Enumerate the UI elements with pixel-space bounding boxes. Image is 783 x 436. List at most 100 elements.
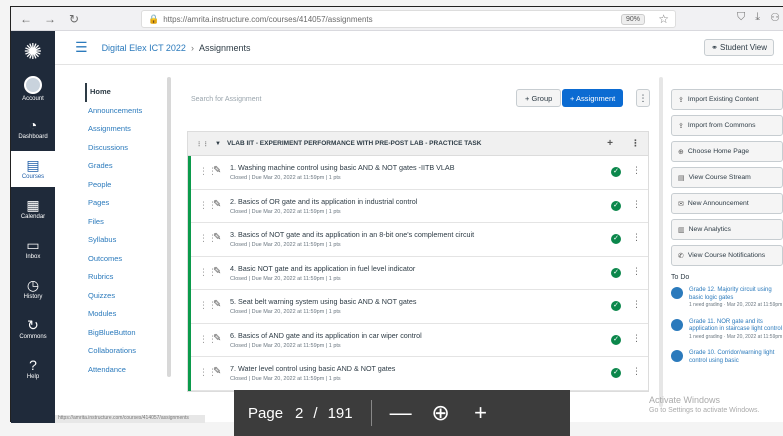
search-input[interactable]: Search for Assignment xyxy=(187,91,407,107)
gnav-help[interactable]: ? Help xyxy=(11,351,55,387)
zoom-in-button[interactable]: + xyxy=(470,400,492,426)
reload-icon[interactable]: ↻ xyxy=(65,10,83,28)
course-nav-item[interactable]: Home xyxy=(85,83,165,102)
gnav-inbox[interactable]: ▭ Inbox xyxy=(11,231,55,267)
item-more-icon[interactable]: ⋮ xyxy=(632,232,641,243)
course-nav-item[interactable]: Modules xyxy=(85,305,165,324)
published-check-icon[interactable]: ✓ xyxy=(611,167,621,177)
published-check-icon[interactable]: ✓ xyxy=(611,368,621,378)
assignment-title[interactable]: 3. Basics of NOT gate and its applicatio… xyxy=(230,230,474,239)
hamburger-menu-icon[interactable]: ☰ xyxy=(75,39,88,56)
add-assignment-button[interactable]: + Assignment xyxy=(562,89,624,107)
student-view-button[interactable]: ⚭ Student View xyxy=(704,39,774,56)
assignment-row[interactable]: ⋮⋮ ✎ 1. Washing machine control using basi… xyxy=(191,156,648,190)
course-nav-scrollbar[interactable] xyxy=(167,77,171,377)
sidebar-button-label: Import Existing Content xyxy=(687,96,759,103)
assignment-group: ⋮⋮ ▼ VLAB IIT - EXPERIMENT PERFORMANCE W… xyxy=(187,131,649,392)
gnav-courses[interactable]: ▤ Courses xyxy=(11,151,55,187)
sidebar-button[interactable]: ✆ View Course Notifications xyxy=(671,245,783,266)
published-check-icon[interactable]: ✓ xyxy=(611,200,621,211)
sidebar-button[interactable]: ⇪ Import from Commons xyxy=(671,115,783,136)
breadcrumb-course-link[interactable]: Digital Elex ICT 2022 xyxy=(102,43,186,53)
sidebar-button[interactable]: ⊕ Choose Home Page xyxy=(671,141,783,162)
item-more-icon[interactable]: ⋮ xyxy=(632,266,641,277)
item-more-icon[interactable]: ⋮ xyxy=(632,299,641,310)
todo-title[interactable]: Grade 10. Corridor/warning light control… xyxy=(689,350,783,365)
item-more-icon[interactable]: ⋮ xyxy=(632,165,641,176)
bookmark-star-icon[interactable]: ☆ xyxy=(658,12,669,26)
gnav-account[interactable]: Account xyxy=(11,71,55,107)
gnav-calendar[interactable]: ▦ Calendar xyxy=(11,191,55,227)
drag-handle-icon[interactable]: ⋮⋮ xyxy=(196,140,209,148)
back-icon[interactable]: ← xyxy=(17,10,35,28)
sidebar-button[interactable]: ⇪ Import Existing Content xyxy=(671,89,783,110)
main-scrollbar[interactable] xyxy=(659,77,663,407)
gnav-commons[interactable]: ↻ Commons xyxy=(11,311,55,347)
assignment-row[interactable]: ⋮⋮ ✎ 2. Basics of OR gate and its applicat… xyxy=(191,190,648,223)
todo-title[interactable]: Grade 11. NOR gate and its application i… xyxy=(689,319,783,334)
course-nav-item[interactable]: Syllabus xyxy=(85,231,165,250)
assignment-title[interactable]: 5. Seat belt warning system using basic … xyxy=(230,297,416,306)
right-sidebar: ⇪ Import Existing Content ⇪ Import from Com… xyxy=(671,89,783,375)
assignment-title[interactable]: 6. Basics of AND gate and its applicatio… xyxy=(230,331,422,340)
published-check-icon[interactable]: ✓ xyxy=(611,301,621,311)
todo-item[interactable]: Grade 11. NOR gate and its application i… xyxy=(671,318,783,341)
gnav-label: Account xyxy=(22,96,44,102)
course-nav-item[interactable]: Files xyxy=(85,213,165,232)
todo-title[interactable]: Grade 12. Majority circuit using basic l… xyxy=(689,287,783,302)
course-nav-item[interactable]: Pages xyxy=(85,194,165,213)
assignment-row[interactable]: ⋮⋮ ✎ 3. Basics of NOT gate and its applica… xyxy=(191,223,648,257)
sidebar-button[interactable]: ▥ New Analytics xyxy=(671,219,783,240)
sidebar-button[interactable]: ▤ View Course Stream xyxy=(671,167,783,188)
download-icon[interactable]: ⤓ xyxy=(755,11,760,24)
course-nav-item[interactable]: Discussions xyxy=(85,139,165,158)
page-number-input[interactable]: 2 xyxy=(295,405,303,422)
course-nav-item[interactable]: Assignments xyxy=(85,120,165,139)
course-nav-item[interactable]: Grades xyxy=(85,157,165,176)
course-nav-item[interactable]: Rubrics xyxy=(85,268,165,287)
course-nav-item[interactable]: Quizzes xyxy=(85,287,165,306)
assignment-group-header[interactable]: ⋮⋮ ▼ VLAB IIT - EXPERIMENT PERFORMANCE W… xyxy=(188,132,648,156)
course-nav-item[interactable]: Outcomes xyxy=(85,250,165,269)
address-bar[interactable]: 🔒 https://amrita.instructure.com/courses… xyxy=(141,10,676,28)
sidebar-button[interactable]: ✉ New Announcement xyxy=(671,193,783,214)
course-nav-item[interactable]: People xyxy=(85,176,165,195)
zoom-level[interactable]: 90% xyxy=(620,14,645,25)
forward-icon[interactable]: → xyxy=(41,10,59,28)
more-options-icon[interactable]: ⋮ xyxy=(636,89,650,107)
canvas-logo-icon[interactable]: ✺ xyxy=(18,37,48,67)
gnav-history[interactable]: ◷ History xyxy=(11,271,55,307)
assignment-title[interactable]: 4. Basic NOT gate and its application in… xyxy=(230,264,415,273)
chevron-down-icon[interactable]: ▼ xyxy=(215,141,221,147)
assignment-row[interactable]: ⋮⋮ ✎ 6. Basics of AND gate and its applica… xyxy=(191,324,648,357)
zoom-out-button[interactable]: — xyxy=(390,400,412,426)
published-check-icon[interactable]: ✓ xyxy=(611,267,621,278)
course-nav-item[interactable]: Announcements xyxy=(85,102,165,121)
toolbar-divider xyxy=(370,400,372,426)
course-nav-item[interactable]: Collaborations xyxy=(85,342,165,361)
published-check-icon[interactable]: ✓ xyxy=(611,234,621,244)
item-more-icon[interactable]: ⋮ xyxy=(632,333,641,344)
assignment-row[interactable]: ⋮⋮ ✎ 7. Water level control using basic AN… xyxy=(191,357,648,391)
todo-item[interactable]: Grade 10. Corridor/warning light control… xyxy=(671,350,783,365)
zoom-fit-icon[interactable]: ⊕ xyxy=(430,400,452,426)
dashboard-icon: ◔ xyxy=(28,117,38,133)
item-more-icon[interactable]: ⋮ xyxy=(632,366,641,377)
add-item-icon[interactable]: + xyxy=(607,138,613,149)
course-nav-item[interactable]: Attendance xyxy=(85,361,165,380)
group-more-icon[interactable]: ⋮ xyxy=(631,138,640,149)
assignment-title[interactable]: 1. Washing machine control using basic A… xyxy=(230,163,455,172)
shield-icon[interactable]: ⛉ xyxy=(737,11,745,24)
published-check-icon[interactable]: ✓ xyxy=(611,334,621,345)
extension-icon[interactable]: ⚇ xyxy=(770,11,780,24)
add-group-button[interactable]: + Group xyxy=(516,89,562,107)
assignment-title[interactable]: 2. Basics of OR gate and its application… xyxy=(230,197,417,206)
course-nav-item[interactable]: BigBlueButton xyxy=(85,324,165,343)
assignment-row[interactable]: ⋮⋮ ✎ 4. Basic NOT gate and its application… xyxy=(191,257,648,290)
assignment-row[interactable]: ⋮⋮ ✎ 5. Seat belt warning system using bas… xyxy=(191,290,648,324)
item-more-icon[interactable]: ⋮ xyxy=(632,199,641,210)
assignment-title[interactable]: 7. Water level control using basic AND &… xyxy=(230,364,395,373)
gnav-dashboard[interactable]: ◔ Dashboard xyxy=(11,111,55,147)
todo-item[interactable]: Grade 12. Majority circuit using basic l… xyxy=(671,287,783,309)
sidebar-button-icon: ✆ xyxy=(678,252,684,260)
